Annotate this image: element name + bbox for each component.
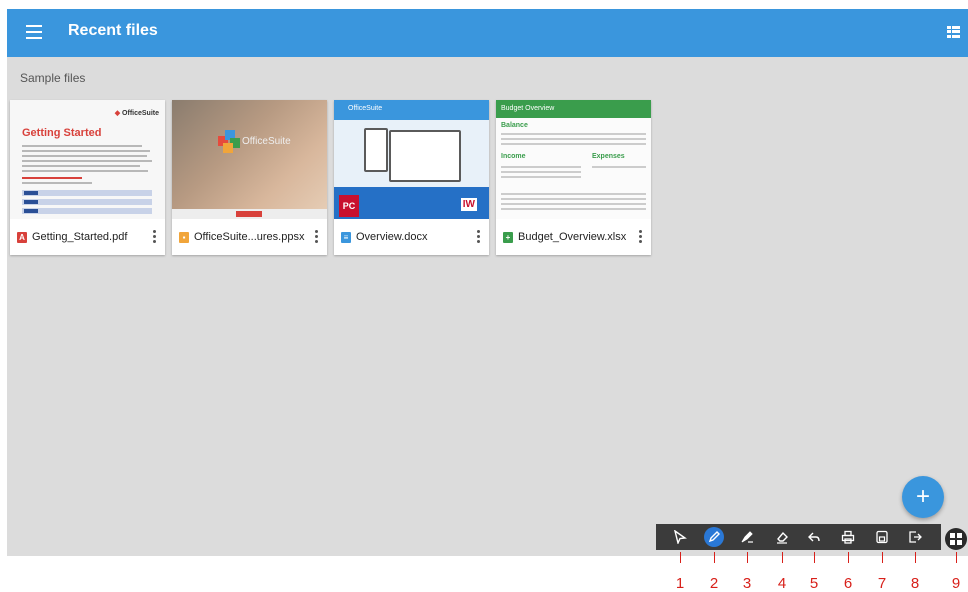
thumbnail-label: Income	[501, 153, 526, 160]
highlighter-icon[interactable]	[733, 524, 761, 550]
sheet-row	[501, 203, 646, 205]
tablet-graphic	[389, 130, 461, 182]
file-card[interactable]: OfficeSuite PC IW ≡ Overview.docx	[334, 100, 489, 255]
apps-grid-icon[interactable]	[945, 528, 967, 550]
file-thumbnail: Budget Overview Balance Income Expenses	[496, 100, 651, 219]
file-name: Overview.docx	[356, 231, 428, 243]
eraser-icon[interactable]	[768, 524, 796, 550]
file-card[interactable]: ◆ OfficeSuite Getting Started A Getting_…	[10, 100, 165, 255]
annotation-number: 9	[951, 575, 961, 592]
annotation-number: 8	[910, 575, 920, 592]
pdf-icon: A	[17, 232, 27, 243]
more-options-icon[interactable]	[313, 230, 319, 244]
sheet-row	[501, 133, 646, 135]
file-thumbnail: ◆ OfficeSuite Getting Started	[10, 100, 165, 219]
annotation-tick	[714, 552, 715, 563]
annotation-number: 7	[877, 575, 887, 592]
sheet-row	[592, 166, 646, 168]
xlsx-icon: +	[503, 232, 513, 243]
text-line	[22, 182, 92, 184]
annotation-number: 6	[843, 575, 853, 592]
annotation-number: 3	[742, 575, 752, 592]
officesuite-logo-icon	[218, 130, 242, 154]
file-thumbnail: OfficeSuite PC IW	[334, 100, 489, 219]
more-options-icon[interactable]	[151, 230, 157, 244]
thumbnail-label: Expenses	[592, 153, 625, 160]
text-line	[22, 155, 147, 157]
text-line	[22, 160, 152, 162]
sheet-row	[501, 138, 646, 140]
format-row	[22, 208, 152, 214]
annotation-tick	[956, 552, 957, 563]
cursor-icon[interactable]	[666, 524, 694, 550]
annotation-tick	[915, 552, 916, 563]
pen-icon[interactable]	[700, 524, 728, 550]
add-file-button[interactable]: +	[902, 476, 944, 518]
thumbnail-brand: OfficeSuite	[242, 136, 291, 147]
page-title: Recent files	[68, 22, 158, 39]
annotation-toolbar	[656, 524, 941, 550]
sheet-row	[501, 176, 581, 178]
file-card[interactable]: OfficeSuite ▪ OfficeSuite...ures.ppsx	[172, 100, 327, 255]
phone-graphic	[364, 128, 388, 172]
section-title: Sample files	[20, 71, 86, 85]
annotation-tick	[848, 552, 849, 563]
more-options-icon[interactable]	[475, 230, 481, 244]
ppsx-icon: ▪	[179, 232, 189, 243]
docx-icon: ≡	[341, 232, 351, 243]
text-line	[22, 170, 148, 172]
iw-badge: IW	[460, 198, 477, 211]
thumbnail-title: Getting Started	[22, 127, 102, 139]
thumbnail-brand: ◆ OfficeSuite	[114, 110, 159, 117]
file-name: OfficeSuite...ures.ppsx	[194, 231, 305, 243]
sheet-row	[501, 208, 646, 210]
app-bar: Recent files	[7, 9, 968, 57]
annotation-tick	[782, 552, 783, 563]
file-card[interactable]: Budget Overview Balance Income Expenses …	[496, 100, 651, 255]
card-footer: A Getting_Started.pdf	[10, 219, 165, 255]
sheet-row	[501, 171, 581, 173]
pc-badge: PC	[339, 195, 359, 217]
card-footer: ▪ OfficeSuite...ures.ppsx	[172, 219, 327, 255]
card-footer: + Budget_Overview.xlsx	[496, 219, 651, 255]
hamburger-menu-icon[interactable]	[26, 25, 42, 39]
annotation-tick	[747, 552, 748, 563]
thumbnail-header: OfficeSuite	[334, 100, 489, 120]
save-icon[interactable]	[868, 524, 896, 550]
annotation-tick	[882, 552, 883, 563]
annotation-number: 1	[675, 575, 685, 592]
sheet-row	[501, 143, 646, 145]
sheet-row	[501, 193, 646, 195]
file-name: Getting_Started.pdf	[32, 231, 128, 243]
app-window: Recent files Sample files ◆ OfficeSuite …	[7, 9, 968, 556]
file-name: Budget_Overview.xlsx	[518, 231, 627, 243]
print-icon[interactable]	[834, 524, 862, 550]
exit-icon[interactable]	[901, 524, 929, 550]
text-line	[22, 177, 82, 179]
undo-icon[interactable]	[800, 524, 828, 550]
format-row	[22, 190, 152, 196]
sheet-row	[501, 166, 581, 168]
thumbnail-label: Balance	[501, 122, 528, 129]
annotation-tick	[814, 552, 815, 563]
thumbnail-header: Budget Overview	[496, 100, 651, 118]
format-row	[22, 199, 152, 205]
thumbnail-footer	[172, 209, 327, 219]
annotation-number: 2	[709, 575, 719, 592]
list-view-icon[interactable]	[947, 26, 960, 38]
annotation-number: 5	[809, 575, 819, 592]
file-thumbnail: OfficeSuite	[172, 100, 327, 219]
card-footer: ≡ Overview.docx	[334, 219, 489, 255]
annotation-number: 4	[777, 575, 787, 592]
sheet-row	[501, 198, 646, 200]
more-options-icon[interactable]	[637, 230, 643, 244]
annotation-tick	[680, 552, 681, 563]
text-line	[22, 145, 142, 147]
text-line	[22, 150, 150, 152]
text-line	[22, 165, 140, 167]
